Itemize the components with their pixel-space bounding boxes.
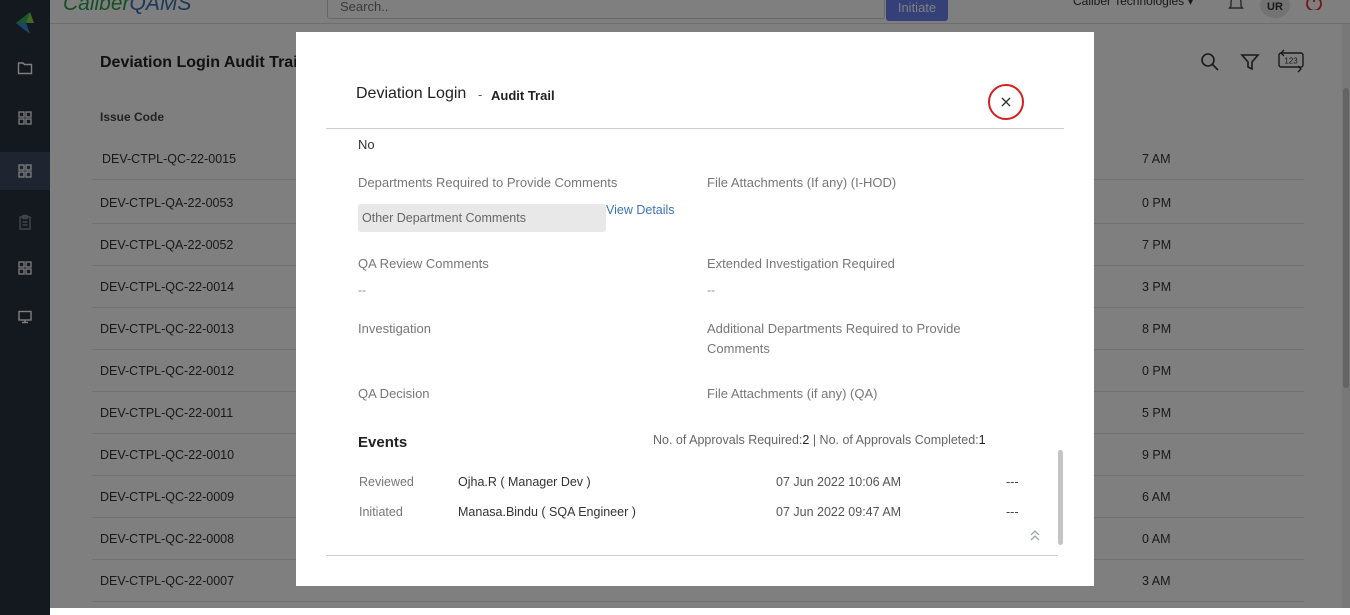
close-icon xyxy=(1001,97,1011,107)
event-user: Ojha.R ( Manager Dev ) xyxy=(458,475,591,489)
view-details-link[interactable]: View Details xyxy=(606,203,675,217)
event-note: --- xyxy=(1006,475,1019,489)
modal-subtitle: Audit Trail xyxy=(491,88,555,103)
investigation-label: Investigation xyxy=(358,321,431,336)
event-action: Initiated xyxy=(359,505,403,519)
audit-trail-modal: Deviation Login - Audit Trail No Departm… xyxy=(296,32,1094,586)
event-action: Reviewed xyxy=(359,475,414,489)
file-attachments-ihod-label: File Attachments (If any) (I-HOD) xyxy=(707,175,897,190)
modal-bottom-divider xyxy=(326,555,1058,556)
ext-investigation-value: -- xyxy=(707,283,715,297)
approvals-summary: No. of Approvals Required:2 | No. of App… xyxy=(653,433,986,447)
qa-review-label: QA Review Comments xyxy=(358,256,489,271)
scroll-top-icon[interactable] xyxy=(1028,528,1042,542)
dept-chip: Other Department Comments xyxy=(358,204,606,232)
close-button[interactable] xyxy=(988,84,1024,120)
qa-review-value: -- xyxy=(358,283,366,297)
event-date: 07 Jun 2022 10:06 AM xyxy=(776,475,902,489)
modal-title: Deviation Login xyxy=(356,85,467,102)
event-row: Initiated Manasa.Bindu ( SQA Engineer ) … xyxy=(358,505,1038,525)
field-value-top: No xyxy=(358,137,375,152)
event-date: 07 Jun 2022 09:47 AM xyxy=(776,505,902,519)
events-heading: Events xyxy=(358,434,408,451)
file-attachments-qa-label: File Attachments (if any) (QA) xyxy=(707,386,878,401)
modal-divider xyxy=(326,128,1064,129)
dept-required-label: Departments Required to Provide Comments xyxy=(358,175,618,190)
event-note: --- xyxy=(1006,505,1019,519)
qa-decision-label: QA Decision xyxy=(358,386,430,401)
modal-scrollbar[interactable] xyxy=(1058,450,1063,545)
title-separator: - xyxy=(478,87,483,102)
ext-investigation-label: Extended Investigation Required xyxy=(707,256,895,271)
event-user: Manasa.Bindu ( SQA Engineer ) xyxy=(458,505,636,519)
event-row: Reviewed Ojha.R ( Manager Dev ) 07 Jun 2… xyxy=(358,475,1038,495)
bottom-strip xyxy=(50,608,1350,615)
additional-depts-label: Additional Departments Required to Provi… xyxy=(707,321,961,356)
